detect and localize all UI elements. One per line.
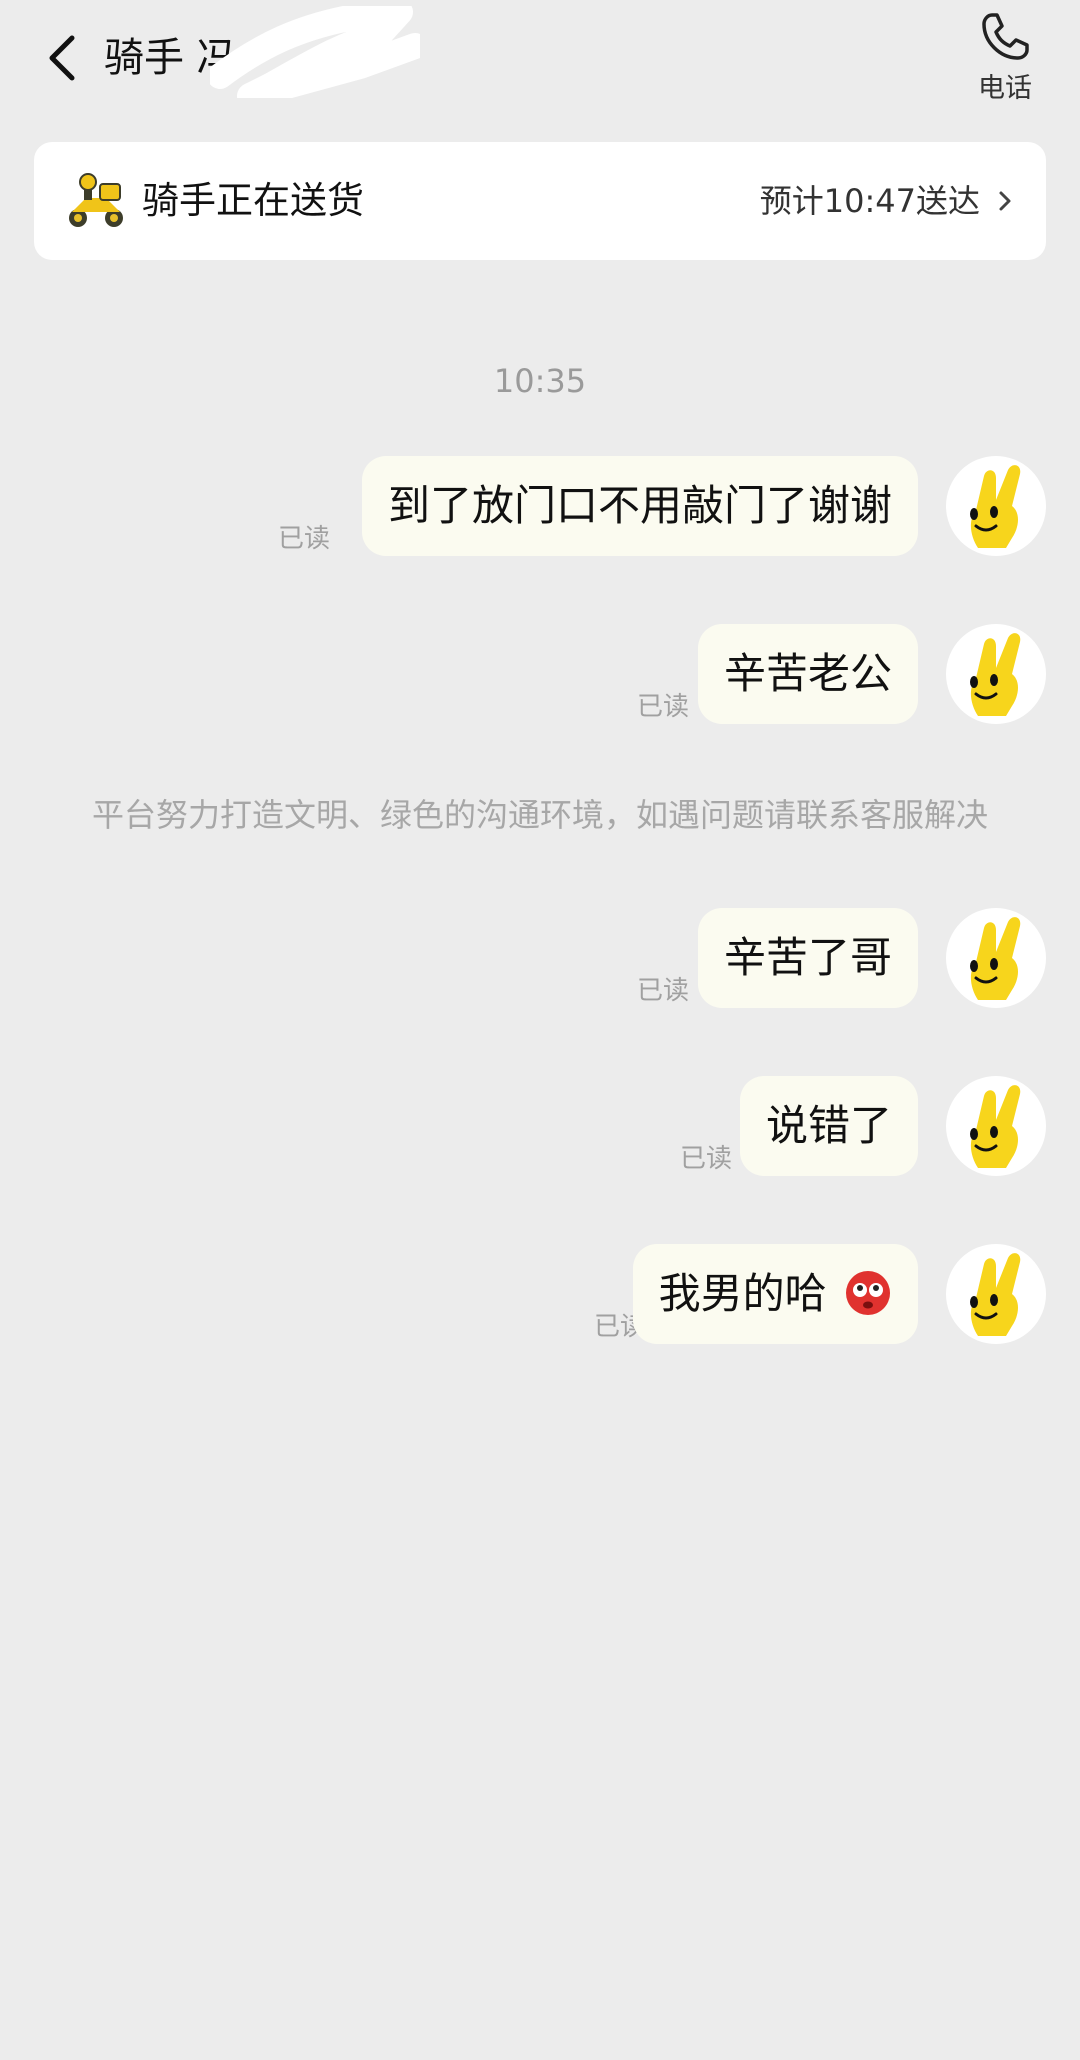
read-status: 已读	[636, 976, 689, 1006]
avatar[interactable]	[946, 908, 1046, 1008]
eta-link[interactable]: 预计10:47送达	[760, 142, 1012, 260]
read-status: 已读	[277, 524, 330, 554]
message-bubble[interactable]: 说错了	[739, 1076, 918, 1176]
call-button[interactable]: 电话	[968, 10, 1042, 110]
yellow-hand-avatar-icon	[970, 465, 1021, 548]
message-bubble[interactable]: 辛苦了哥	[697, 908, 918, 1008]
flushed-face-emoji-icon	[846, 1270, 890, 1315]
read-status: 已读	[679, 1144, 732, 1174]
message-row: 已读 说错了	[0, 1076, 1080, 1186]
avatar[interactable]	[946, 1076, 1046, 1176]
delivery-status-text: 骑手正在送货	[142, 179, 364, 222]
avatar[interactable]	[946, 1244, 1046, 1344]
message-bubble[interactable]: 辛苦老公	[697, 624, 918, 724]
delivery-status-card[interactable]: 骑手正在送货 预计10:47送达	[34, 142, 1046, 260]
back-button[interactable]	[40, 30, 84, 86]
message-bubble[interactable]: 我男的哈	[632, 1244, 918, 1344]
avatar[interactable]	[946, 624, 1046, 724]
message-row: 已读 辛苦了哥	[0, 908, 1080, 1018]
yellow-hand-avatar-icon	[970, 917, 1021, 1000]
yellow-hand-avatar-icon	[970, 1253, 1021, 1336]
message-bubble[interactable]: 到了放门口不用敲门了谢谢	[361, 456, 918, 556]
platform-notice: 平台努力打造文明、绿色的沟通环境，如遇问题请联系客服解决	[91, 796, 988, 834]
phone-icon	[982, 13, 1029, 60]
yellow-hand-avatar-icon	[970, 633, 1021, 716]
redaction-scribble	[210, 6, 420, 98]
chevron-left-icon	[49, 35, 75, 81]
chevron-right-icon	[998, 190, 1012, 212]
chat-timestamp: 10:35	[493, 362, 587, 400]
message-text: 我男的哈	[658, 1269, 827, 1318]
call-label: 电话	[978, 73, 1032, 104]
message-row: 已读 辛苦老公	[0, 624, 1080, 734]
message-row: 已读 我男的哈	[0, 1244, 1080, 1354]
message-row: 已读 到了放门口不用敲门了谢谢	[0, 456, 1080, 566]
delivery-scooter-icon	[69, 173, 123, 227]
eta-text: 预计10:47送达	[759, 182, 980, 220]
header: 骑手 冯 电话	[0, 0, 1080, 120]
yellow-hand-avatar-icon	[970, 1085, 1021, 1168]
avatar[interactable]	[946, 456, 1046, 556]
read-status: 已读	[636, 692, 689, 722]
